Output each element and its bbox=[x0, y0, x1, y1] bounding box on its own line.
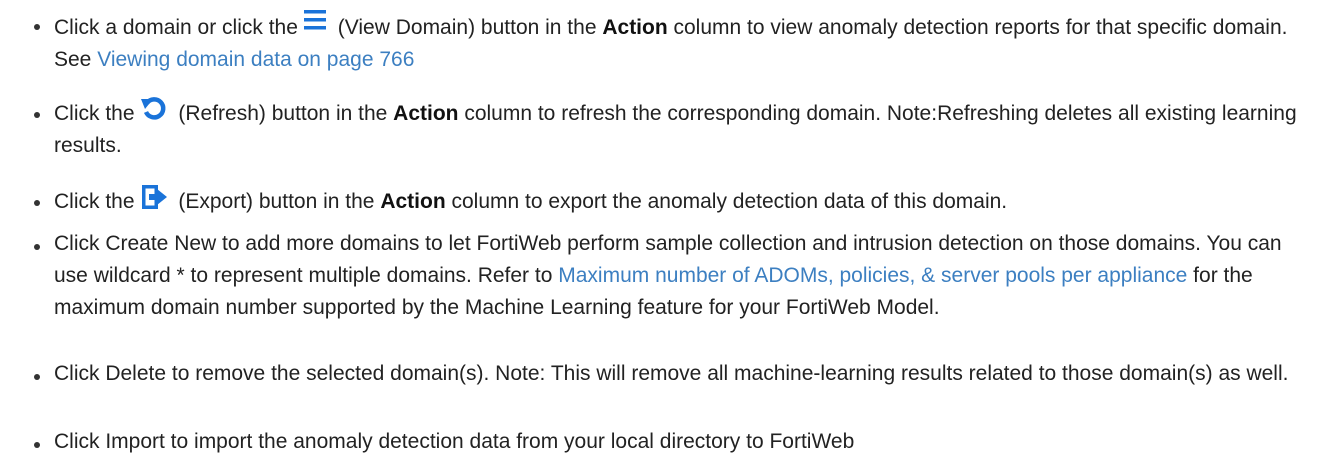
view-domain-icon bbox=[303, 8, 326, 30]
list-item-refresh: Click the (Refresh) button in the Action… bbox=[30, 96, 1320, 162]
item-text: (View Domain) button in the bbox=[331, 16, 603, 39]
action-column-label: Action bbox=[602, 16, 668, 39]
action-column-label: Action bbox=[380, 190, 446, 213]
item-text: Click the bbox=[54, 190, 135, 213]
action-column-label: Action bbox=[393, 102, 459, 125]
list-item-import: Click Import to import the anomaly detec… bbox=[30, 426, 1320, 458]
item-text: Click a domain or click the bbox=[54, 16, 298, 39]
item-text: Click the bbox=[54, 102, 135, 125]
refresh-icon bbox=[140, 96, 167, 122]
list-item-export: Click the (Export) button in the Action … bbox=[30, 184, 1320, 218]
viewing-domain-data-link[interactable]: Viewing domain data on page 766 bbox=[97, 48, 414, 71]
maximum-number-link[interactable]: Maximum number of ADOMs, policies, & ser… bbox=[558, 264, 1187, 287]
item-text: (Export) button in the bbox=[172, 190, 381, 213]
item-text: Click Delete to remove the selected doma… bbox=[54, 362, 1289, 385]
item-text: Click Import to import the anomaly detec… bbox=[54, 430, 855, 453]
list-item-create-new: Click Create New to add more domains to … bbox=[30, 228, 1320, 324]
export-icon bbox=[141, 184, 167, 210]
item-text: column to export the anomaly detection d… bbox=[445, 190, 1008, 213]
list-item-delete: Click Delete to remove the selected doma… bbox=[30, 358, 1320, 390]
item-text: (Refresh) button in the bbox=[172, 102, 394, 125]
list-item-view-domain: Click a domain or click the (View Domain… bbox=[30, 8, 1320, 76]
